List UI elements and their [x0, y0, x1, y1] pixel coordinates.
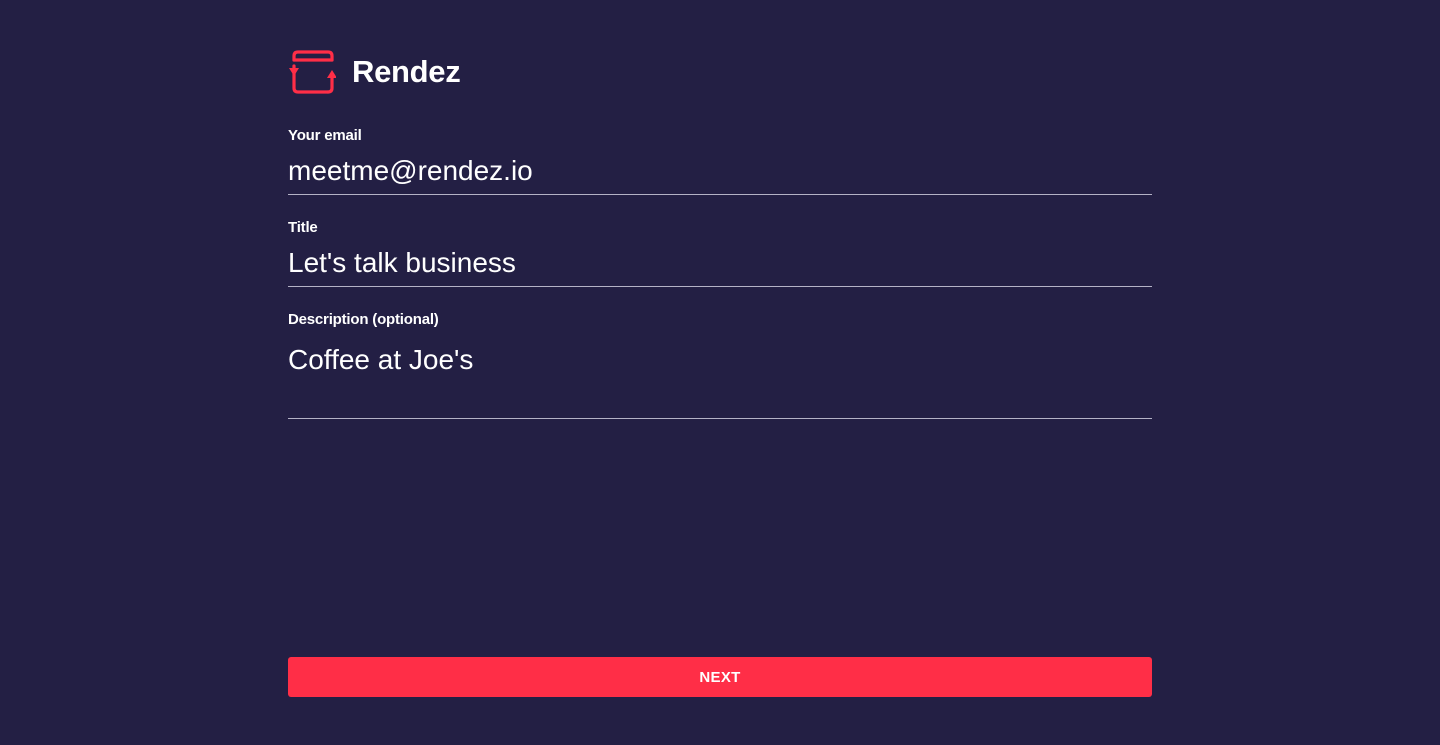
calendar-sync-icon	[289, 50, 336, 94]
brand: Rendez	[288, 50, 461, 94]
title-input[interactable]	[288, 237, 1152, 287]
email-input[interactable]	[288, 145, 1152, 195]
description-field-group: Description (optional) Coffee at Joe's	[288, 311, 1152, 419]
next-button[interactable]: NEXT	[288, 657, 1152, 697]
email-label: Your email	[288, 127, 362, 144]
title-label: Title	[288, 219, 318, 236]
email-field-group: Your email	[288, 127, 1152, 195]
description-textarea[interactable]: Coffee at Joe's	[288, 329, 1152, 419]
brand-name: Rendez	[352, 54, 461, 89]
description-label: Description (optional)	[288, 311, 439, 328]
title-field-group: Title	[288, 219, 1152, 287]
page: Rendez Your email Title Description (opt…	[0, 0, 1440, 745]
